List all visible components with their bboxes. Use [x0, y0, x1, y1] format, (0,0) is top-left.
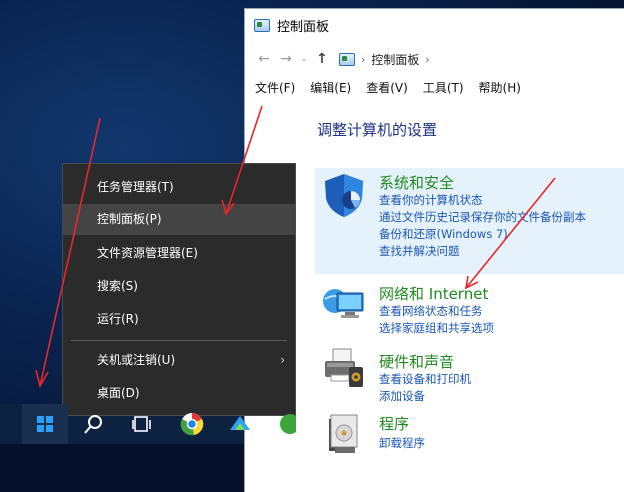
control-panel-window: 控制面板 ← → ⌄ ↑ › 控制面板 › 文件(F) 编辑(E) 查看(V) …: [244, 8, 624, 492]
category-title-programs[interactable]: 程序: [379, 413, 409, 434]
menu-file[interactable]: 文件(F): [255, 79, 295, 96]
address-control-panel-icon: [339, 52, 355, 66]
menu-view[interactable]: 查看(V): [366, 79, 408, 96]
page-title: 调整计算机的设置: [317, 121, 438, 139]
title-bar: 控制面板: [245, 9, 624, 42]
menu-item-control-panel[interactable]: 控制面板(P): [63, 204, 295, 235]
navigation-bar: ← → ⌄ ↑ › 控制面板 ›: [245, 42, 624, 76]
task-view-icon[interactable]: [130, 412, 154, 436]
category-links: 卸载程序: [379, 435, 425, 452]
menu-edit[interactable]: 编辑(E): [310, 79, 351, 96]
menu-item-desktop[interactable]: 桌面(D): [63, 378, 295, 409]
program-box-icon: [329, 414, 358, 453]
app-icon[interactable]: [276, 412, 296, 436]
category-network-internet[interactable]: 网络和 Internet 查看网络状态和任务 选择家庭组和共享选项: [315, 277, 624, 339]
start-button[interactable]: [22, 404, 68, 444]
link-troubleshoot[interactable]: 查找并解决问题: [379, 243, 586, 260]
windows-logo-icon: [37, 416, 53, 432]
shield-icon: [325, 174, 363, 217]
search-icon[interactable]: [82, 412, 106, 436]
category-hardware-sound[interactable]: 硬件和声音 查看设备和打印机 添加设备: [315, 343, 624, 405]
browser-icon[interactable]: [180, 412, 204, 436]
forward-arrow-icon[interactable]: →: [275, 51, 297, 67]
menu-item-search[interactable]: 搜索(S): [63, 271, 295, 302]
link-view-computer-status[interactable]: 查看你的计算机状态: [379, 192, 586, 209]
breadcrumb-control-panel[interactable]: 控制面板: [371, 51, 419, 68]
window-title: 控制面板: [277, 20, 330, 35]
menu-item-task-manager[interactable]: 任务管理器(T): [63, 172, 295, 203]
app-icon[interactable]: [228, 412, 252, 436]
menu-tools[interactable]: 工具(T): [423, 79, 464, 96]
menu-item-file-explorer[interactable]: 文件资源管理器(E): [63, 238, 295, 269]
menu-divider: [71, 340, 287, 341]
desktop-bottom: [0, 444, 248, 492]
link-view-network-status[interactable]: 查看网络状态和任务: [379, 303, 494, 320]
category-links: 查看网络状态和任务 选择家庭组和共享选项: [379, 303, 494, 337]
link-homegroup-sharing[interactable]: 选择家庭组和共享选项: [379, 320, 494, 337]
menu-item-run[interactable]: 运行(R): [63, 304, 295, 335]
submenu-chevron-icon: ›: [280, 353, 285, 367]
control-panel-icon: [254, 19, 270, 32]
printer-icon: [325, 348, 363, 387]
menu-bar: 文件(F) 编辑(E) 查看(V) 工具(T) 帮助(H): [245, 76, 624, 98]
category-title-hardware-sound[interactable]: 硬件和声音: [379, 351, 454, 372]
category-programs[interactable]: 程序 卸载程序: [315, 409, 624, 459]
link-file-history-backup[interactable]: 通过文件历史记录保存你的文件备份副本: [379, 209, 586, 226]
menu-item-label: 关机或注销(U): [97, 353, 176, 367]
category-links: 查看设备和打印机 添加设备: [379, 371, 471, 405]
link-backup-restore[interactable]: 备份和还原(Windows 7): [379, 226, 586, 243]
menu-item-shutdown-signout[interactable]: 关机或注销(U) ›: [63, 345, 295, 376]
category-title-network-internet[interactable]: 网络和 Internet: [379, 283, 488, 304]
breadcrumb-separator-icon: ›: [425, 52, 430, 66]
category-title-system-security[interactable]: 系统和安全: [379, 172, 454, 193]
network-globe-icon: [323, 289, 364, 318]
recent-locations-chevron-icon[interactable]: ⌄: [297, 54, 311, 64]
category-system-security[interactable]: 系统和安全 查看你的计算机状态 通过文件历史记录保存你的文件备份副本 备份和还原…: [315, 168, 624, 274]
menu-help[interactable]: 帮助(H): [479, 79, 521, 96]
breadcrumb-separator-icon: ›: [361, 52, 366, 66]
up-arrow-icon[interactable]: ↑: [311, 51, 333, 67]
address-bar[interactable]: › 控制面板 ›: [339, 51, 436, 68]
link-add-device[interactable]: 添加设备: [379, 388, 471, 405]
link-uninstall-program[interactable]: 卸载程序: [379, 435, 425, 452]
link-devices-printers[interactable]: 查看设备和打印机: [379, 371, 471, 388]
start-context-menu: 任务管理器(T) 控制面板(P) 文件资源管理器(E) 搜索(S) 运行(R) …: [62, 163, 296, 416]
back-arrow-icon[interactable]: ←: [253, 51, 275, 67]
category-links: 查看你的计算机状态 通过文件历史记录保存你的文件备份副本 备份和还原(Windo…: [379, 192, 586, 260]
